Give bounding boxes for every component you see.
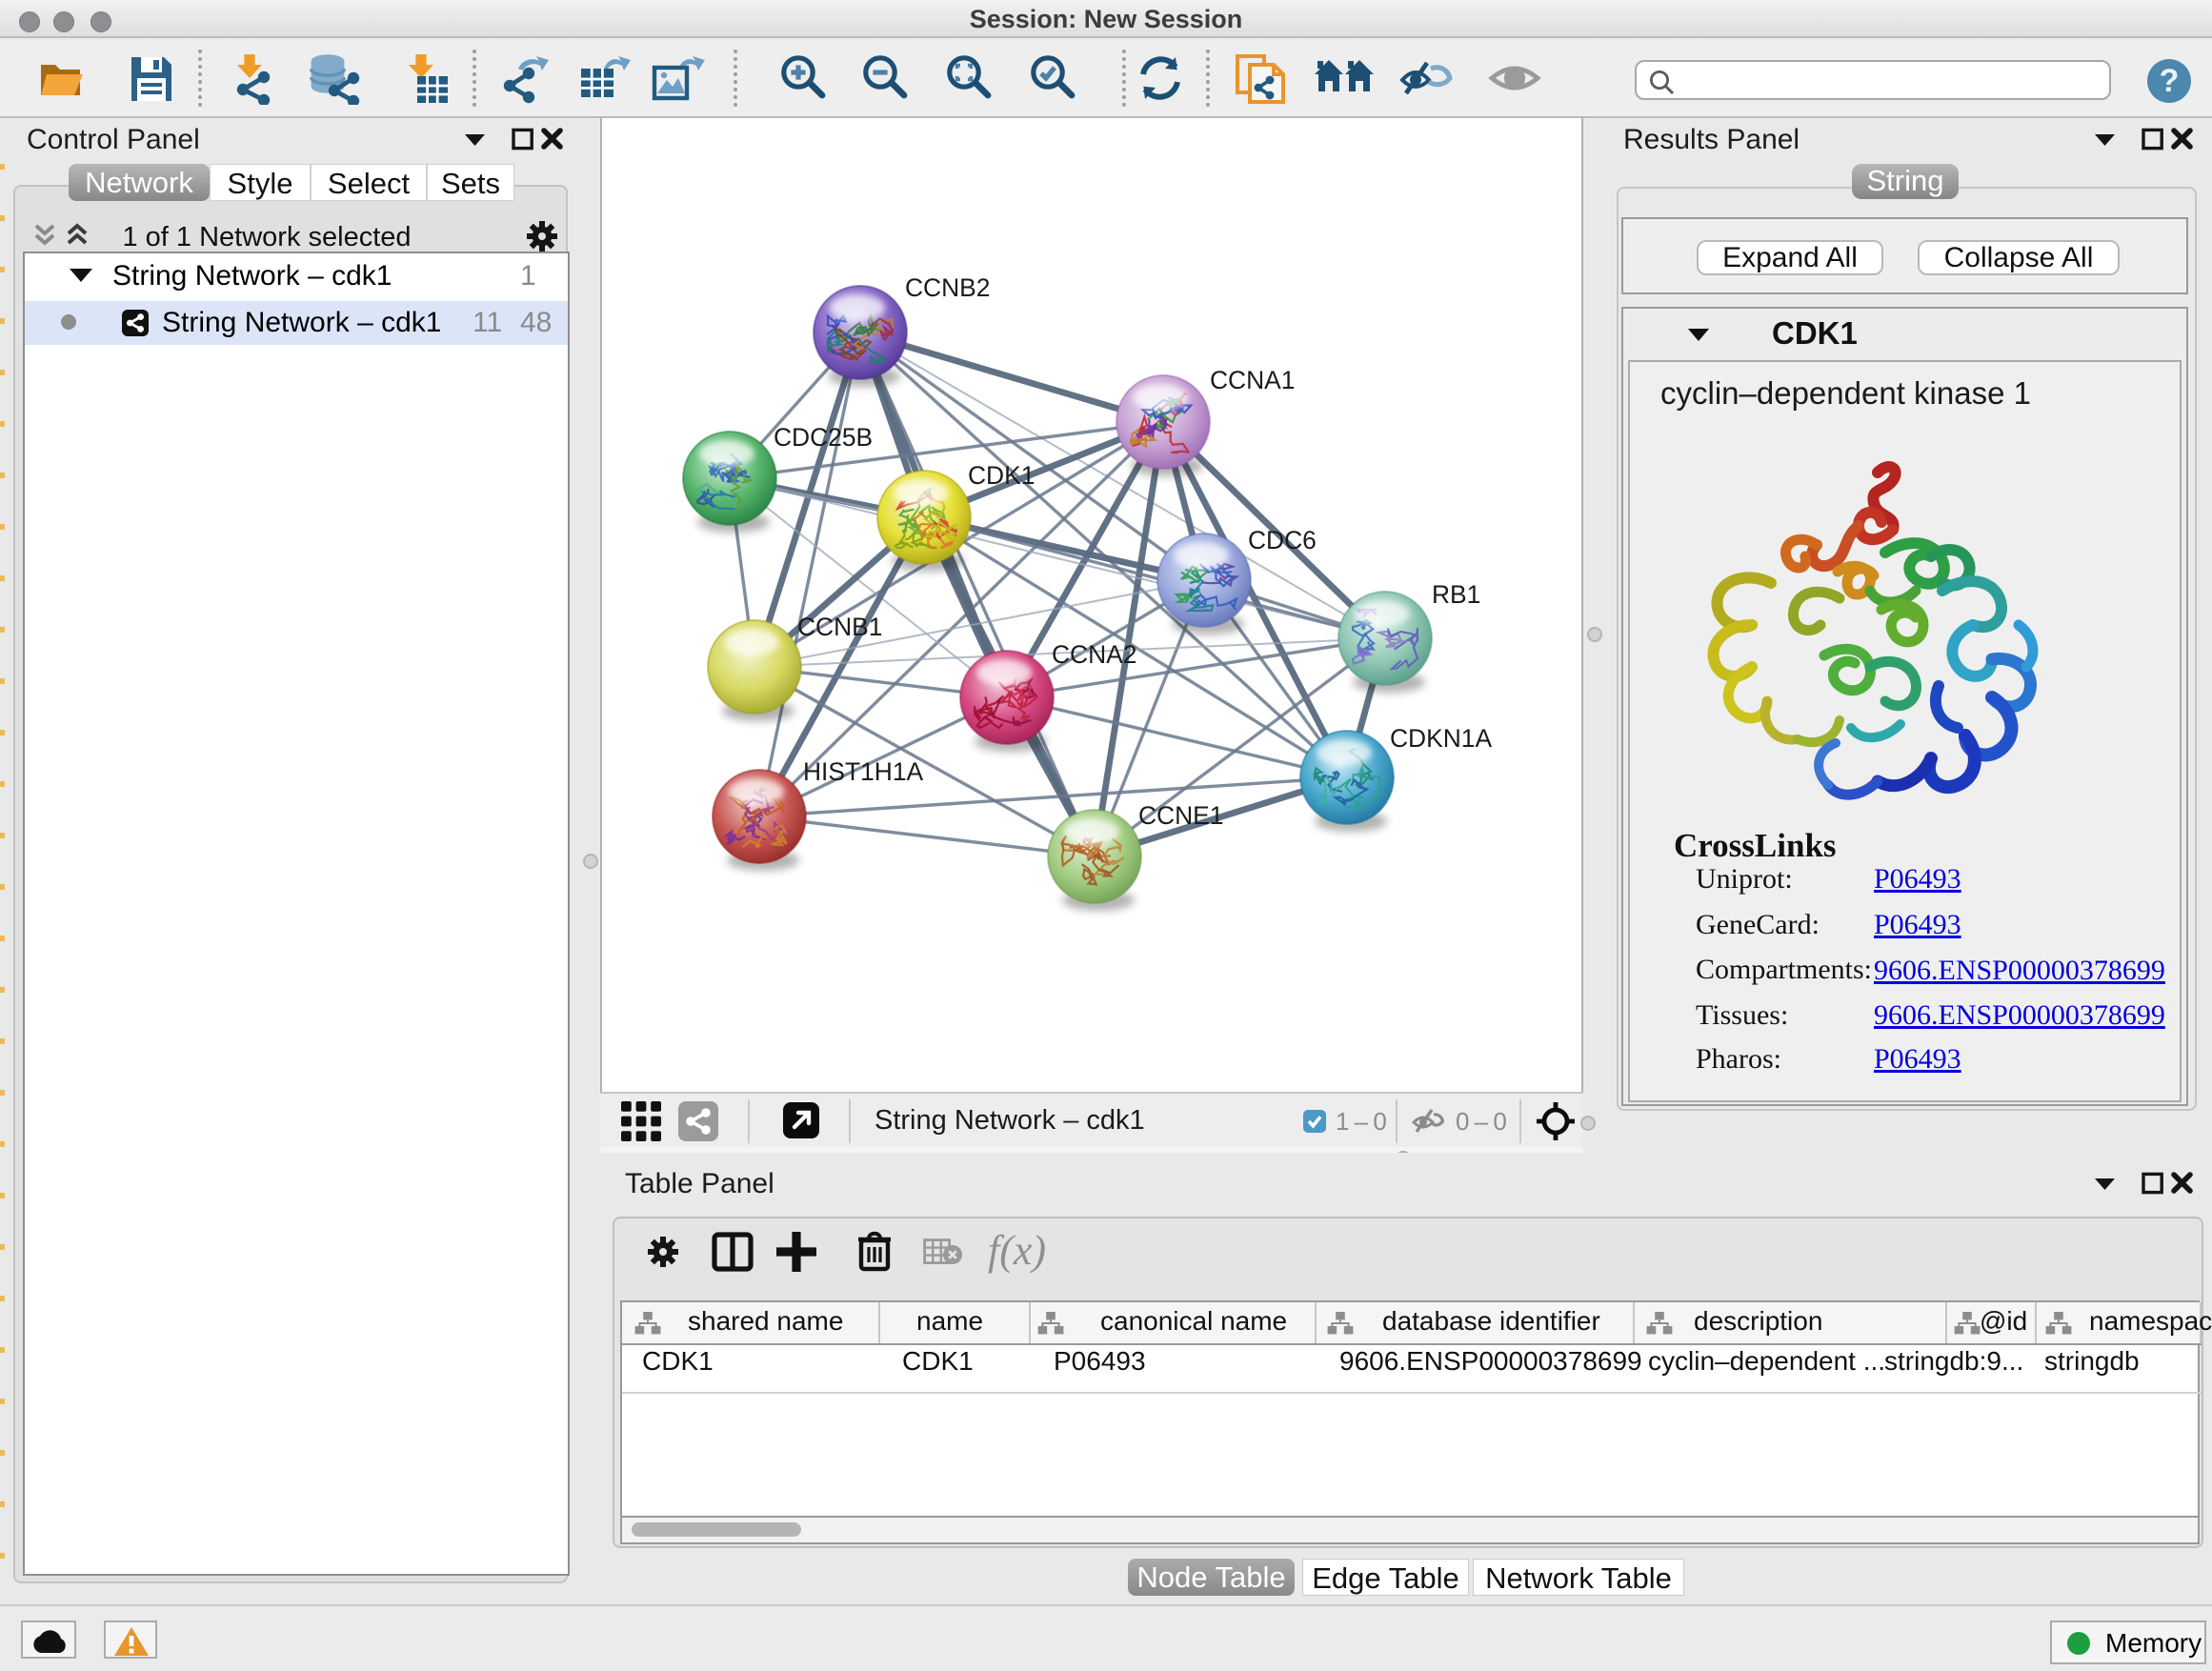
svg-text:HIST1H1A: HIST1H1A: [803, 757, 924, 786]
svg-text:CCNA2: CCNA2: [1052, 640, 1136, 669]
svg-text:CCNE1: CCNE1: [1138, 801, 1223, 830]
svg-text:CDC6: CDC6: [1248, 526, 1317, 554]
svg-text:RB1: RB1: [1432, 580, 1480, 609]
svg-text:CCNA1: CCNA1: [1210, 366, 1295, 394]
svg-text:CDK1: CDK1: [968, 461, 1035, 490]
svg-text:CDC25B: CDC25B: [774, 423, 873, 452]
svg-text:CDKN1A: CDKN1A: [1390, 724, 1492, 753]
svg-text:CCNB2: CCNB2: [905, 273, 990, 302]
svg-text:CCNB1: CCNB1: [797, 613, 882, 641]
